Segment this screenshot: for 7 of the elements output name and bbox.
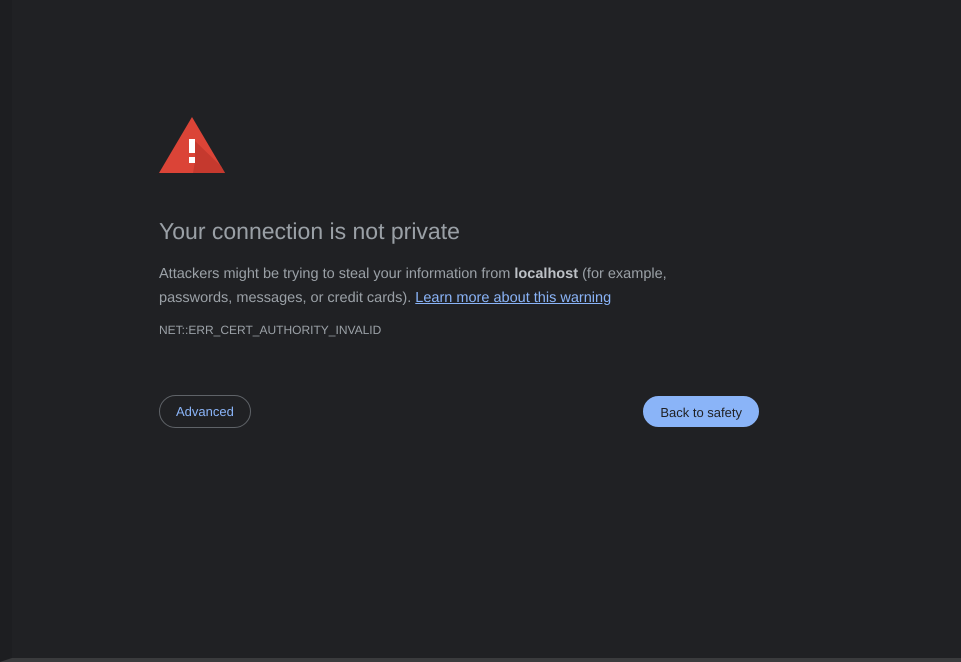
warning-message: Attackers might be trying to steal your information from localhost (for example, passwords, messages, or credit cards). Learn more about this warning (159, 264, 668, 308)
advanced-button[interactable]: Advanced (159, 394, 251, 428)
warning-triangle-icon (159, 117, 225, 173)
error-code: NET::ERR_CERT_AUTHORITY_INVALID (159, 322, 382, 339)
learn-more-link[interactable]: Learn more about this warning (415, 290, 612, 306)
back-to-safety-button[interactable]: Back to safety (643, 396, 759, 427)
page-heading: Your connection is not private (159, 217, 461, 246)
